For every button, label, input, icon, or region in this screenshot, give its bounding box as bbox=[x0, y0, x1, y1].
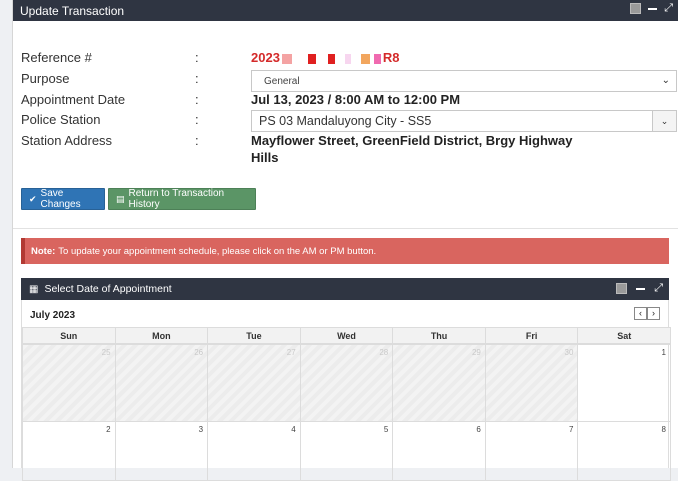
calendar-day-cell: 28 bbox=[299, 344, 394, 422]
calendar-day-cell[interactable]: 1 bbox=[577, 344, 671, 422]
station-address-line2: Hills bbox=[251, 150, 279, 165]
reference-suffix: R8 bbox=[382, 50, 400, 65]
purpose-label: Purpose bbox=[21, 71, 70, 86]
collapse-icon[interactable] bbox=[616, 283, 628, 294]
expand-icon[interactable]: ⤢ bbox=[654, 283, 663, 294]
calendar: July 2023 ‹ › Sun Mon Tue Wed Thu Fri Sat 25 26 2… bbox=[21, 300, 671, 481]
note-bold: Note: bbox=[31, 245, 56, 257]
minimize-icon[interactable] bbox=[636, 287, 646, 290]
redaction-block bbox=[327, 53, 335, 64]
save-changes-button[interactable]: ✔ Save Changes bbox=[21, 188, 105, 210]
calendar-title: Select Date of Appointment bbox=[44, 283, 172, 295]
prev-month-button[interactable]: ‹ bbox=[634, 307, 647, 320]
purpose-selected: General bbox=[264, 75, 300, 87]
redaction-block bbox=[344, 53, 351, 64]
section-divider bbox=[13, 228, 678, 229]
station-address-colon: : bbox=[195, 133, 199, 148]
chevron-down-icon[interactable]: ⌄ bbox=[652, 111, 676, 131]
calendar-nav: ‹ › bbox=[634, 307, 660, 320]
update-transaction-panel: Update Transaction ⤢ Reference # : 2023 R… bbox=[12, 0, 678, 481]
police-station-selected: PS 03 Mandaluyong City - SS5 bbox=[259, 114, 432, 128]
save-changes-label: Save Changes bbox=[40, 188, 81, 210]
panel-title: Update Transaction bbox=[20, 3, 125, 18]
calendar-month-label: July 2023 bbox=[30, 310, 76, 321]
redaction-block bbox=[281, 53, 292, 64]
weekday-header: Thu bbox=[392, 327, 486, 344]
note-text: To update your appointment schedule, ple… bbox=[58, 245, 377, 257]
next-month-button[interactable]: › bbox=[647, 307, 660, 320]
reference-value: 2023 R8 bbox=[251, 50, 400, 65]
calendar-day-cell[interactable]: 2 bbox=[22, 421, 116, 481]
list-icon: ▤ bbox=[116, 193, 125, 204]
weekday-header: Sun bbox=[22, 327, 116, 344]
police-station-select[interactable]: PS 03 Mandaluyong City - SS5 ⌄ bbox=[251, 110, 677, 132]
purpose-select[interactable]: General ⌄ bbox=[251, 70, 677, 92]
police-station-label: Police Station bbox=[21, 112, 101, 127]
expand-icon[interactable]: ⤢ bbox=[664, 3, 673, 14]
calendar-day-cell: 26 bbox=[114, 344, 209, 422]
return-to-history-label: Return to Transaction History bbox=[128, 188, 225, 210]
reference-colon: : bbox=[195, 50, 199, 65]
appointment-date-colon: : bbox=[195, 92, 199, 107]
calendar-day-cell: 27 bbox=[207, 344, 301, 422]
calendar-day-cell[interactable]: 4 bbox=[207, 421, 301, 481]
station-address-line1: Mayflower Street, GreenField District, B… bbox=[251, 133, 573, 148]
calendar-day-cell[interactable]: 8 bbox=[577, 421, 671, 481]
reference-label: Reference # bbox=[21, 50, 92, 65]
police-station-colon: : bbox=[195, 112, 199, 127]
calendar-day-cell: 25 bbox=[22, 344, 116, 422]
panel-titlebar: Update Transaction ⤢ bbox=[13, 0, 678, 21]
calendar-day-cell[interactable]: 5 bbox=[299, 421, 394, 481]
redaction-block bbox=[373, 53, 381, 64]
weekday-header: Mon bbox=[114, 327, 209, 344]
appointment-date-value: Jul 13, 2023 / 8:00 AM to 12:00 PM bbox=[251, 92, 461, 107]
calendar-day-cell[interactable]: 3 bbox=[114, 421, 209, 481]
calendar-day-cell[interactable]: 6 bbox=[392, 421, 486, 481]
redaction-block bbox=[360, 53, 370, 64]
check-icon: ✔ bbox=[29, 193, 37, 204]
purpose-colon: : bbox=[195, 71, 199, 86]
redaction-block bbox=[307, 53, 316, 64]
note-alert: Note: To update your appointment schedul… bbox=[21, 238, 669, 264]
minimize-icon[interactable] bbox=[648, 7, 658, 10]
return-to-history-button[interactable]: ▤ Return to Transaction History bbox=[108, 188, 256, 210]
weekday-header: Fri bbox=[484, 327, 579, 344]
calendar-day-cell: 29 bbox=[392, 344, 486, 422]
collapse-icon[interactable] bbox=[630, 3, 642, 14]
calendar-day-cell: 30 bbox=[484, 344, 579, 422]
calendar-icon: ▦ bbox=[29, 283, 39, 295]
appointment-date-label: Appointment Date bbox=[21, 92, 126, 107]
weekday-header: Sat bbox=[577, 327, 671, 344]
chevron-down-icon: ⌄ bbox=[661, 75, 670, 86]
weekday-header: Wed bbox=[299, 327, 394, 344]
calendar-titlebar: ▦ Select Date of Appointment ⤢ bbox=[21, 278, 669, 300]
calendar-day-cell[interactable]: 7 bbox=[484, 421, 579, 481]
weekday-header: Tue bbox=[207, 327, 301, 344]
reference-prefix: 2023 bbox=[251, 50, 280, 65]
station-address-label: Station Address bbox=[21, 133, 113, 148]
